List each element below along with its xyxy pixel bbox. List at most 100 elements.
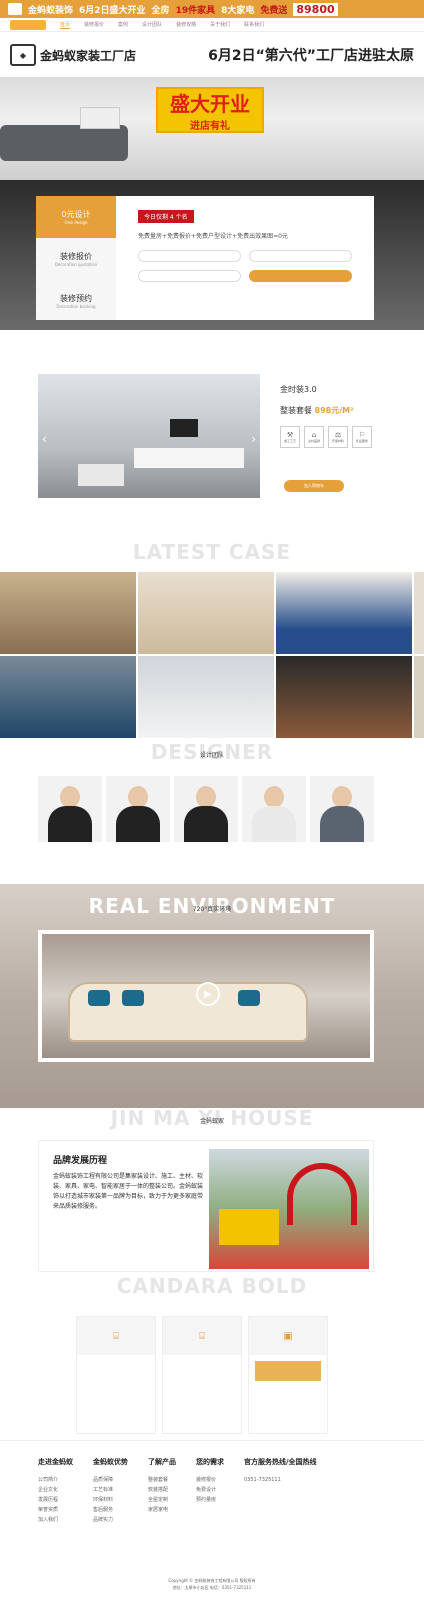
package-section: ‹ › 金时装3.0 整装套餐 898元/M² ⚒ 施工工艺 ⌂ 主材品牌 ⚖ 环保材…	[0, 330, 424, 540]
advantage-card[interactable]: ⌸	[162, 1316, 242, 1434]
case-card[interactable]	[276, 656, 412, 738]
advantage-card[interactable]: ▣	[248, 1316, 328, 1434]
designer-meta	[242, 842, 306, 858]
footer-link[interactable]: 预约量房	[196, 1495, 224, 1505]
video-frame[interactable]: ▶	[38, 930, 374, 1062]
submit-button[interactable]	[249, 270, 352, 282]
footer-link[interactable]: 整装套餐	[148, 1475, 176, 1485]
feature-label: 主材品牌	[307, 439, 320, 443]
play-icon[interactable]: ▶	[196, 982, 220, 1006]
hotline-number[interactable]: 0351-7325111	[244, 1475, 317, 1485]
case-card[interactable]	[138, 572, 274, 654]
tab-sub: Free design	[64, 220, 88, 225]
nav-item-contact[interactable]: 联系我们	[244, 21, 264, 28]
phone-field[interactable]	[138, 270, 241, 282]
advantage-lines	[163, 1355, 241, 1367]
footer-link[interactable]: 荣誉资质	[38, 1505, 73, 1515]
footer-link[interactable]: 全屋定制	[148, 1495, 176, 1505]
footer-link[interactable]: 公司简介	[38, 1475, 73, 1485]
tab-quote[interactable]: 装修报价 Decoration quotation	[36, 238, 116, 280]
form-inputs	[138, 250, 352, 282]
store-brand: ◆ 金蚂蚁家装工厂店	[10, 44, 136, 66]
case-card[interactable]	[414, 572, 424, 654]
brand-history-section: JIN MA YI HOUSE 金蚂蚁家 品牌发展历程 金蚂蚁装饰工程有限公司是…	[0, 1108, 424, 1276]
next-arrow-icon[interactable]: ›	[251, 432, 256, 446]
history-body: 金蚂蚁装饰工程有限公司是集家装设计、施工、主材、软装、家具、家电、智能家居于一体…	[53, 1173, 204, 1210]
add-to-cart-button[interactable]: 加入购物车	[284, 480, 344, 492]
footer-link[interactable]: 工艺标准	[93, 1485, 128, 1495]
designers-section: DESIGNER 设计团队	[0, 742, 424, 882]
avatar	[196, 786, 216, 808]
case-card[interactable]	[276, 572, 412, 654]
footer-link[interactable]: 售后服务	[93, 1505, 128, 1515]
main-nav: 首页 装修报价 案例 设计团队 装修攻略 关于我们 联系我们	[0, 18, 424, 32]
footer-col-title: 您的需求	[196, 1458, 224, 1466]
footer-link[interactable]: 家居家电	[148, 1505, 176, 1515]
designer-card[interactable]	[38, 776, 102, 858]
case-card[interactable]	[138, 656, 274, 738]
nav-logo-icon[interactable]	[10, 19, 46, 30]
nav-item-quote[interactable]: 装修报价	[84, 21, 104, 28]
designer-photo	[320, 806, 364, 842]
free-service-notice: 免费量房+免费报价+免费户型设计+免费出效果图=0元	[138, 233, 288, 240]
pillow-image	[88, 990, 110, 1006]
feature-label: 售后服务	[355, 439, 368, 443]
cases-title: LATEST CASE	[0, 542, 424, 562]
banner-subtitle: 进店有礼	[190, 121, 230, 132]
advantage-top: ⌸	[163, 1317, 241, 1355]
sofa-image	[0, 125, 128, 161]
avatar	[264, 786, 284, 808]
cabinet-image	[134, 448, 244, 468]
case-card[interactable]	[0, 572, 136, 654]
designer-card[interactable]	[310, 776, 374, 858]
footer-link[interactable]: 软装搭配	[148, 1485, 176, 1495]
nav-item-about[interactable]: 关于我们	[210, 21, 230, 28]
name-field[interactable]	[249, 250, 352, 262]
footer-link[interactable]: 品质保障	[93, 1475, 128, 1485]
adv-title-en: CANDARA BOLD	[116, 1274, 308, 1298]
tab-free-design[interactable]: 0元设计 Free design	[36, 196, 116, 238]
arch-image	[287, 1163, 357, 1225]
footer-link[interactable]: 免费设计	[196, 1485, 224, 1495]
feature-label: 施工工艺	[283, 439, 296, 443]
advantages-section: CANDARA BOLD ⌸ ⌸ ▣	[0, 1276, 424, 1440]
advantage-card[interactable]: ⌸	[76, 1316, 156, 1434]
sofa-photo: ▶	[42, 934, 370, 1058]
history-text: 品牌发展历程 金蚂蚁装饰工程有限公司是集家装设计、施工、主材、软装、家具、家电、…	[53, 1153, 203, 1212]
package-image: ‹ ›	[38, 374, 260, 498]
nav-item-designers[interactable]: 设计团队	[142, 21, 162, 28]
nav-item-guide[interactable]: 装修攻略	[176, 21, 196, 28]
copyright: Copyright © 金蚂蚁装饰工程有限公司 版权所有 地址：太原市小店区 电…	[0, 1577, 424, 1591]
tab-booking[interactable]: 装修预约 Decoration booking	[36, 280, 116, 322]
footer-link[interactable]: 发展历程	[38, 1495, 73, 1505]
history-title: JIN MA YI HOUSE 金蚂蚁家	[0, 1108, 424, 1128]
footer-link[interactable]: 加入我们	[38, 1515, 73, 1525]
package-price: 整装套餐 898元/M²	[280, 405, 380, 416]
designer-card[interactable]	[242, 776, 306, 858]
footer-columns: 走进金蚂蚁 公司简介 企业文化 发展历程 荣誉资质 加入我们 金蚂蚁优势 品质保…	[38, 1457, 317, 1525]
prev-arrow-icon[interactable]: ‹	[42, 432, 47, 446]
city-select[interactable]	[138, 250, 241, 262]
nav-item-home[interactable]: 首页	[60, 21, 71, 29]
designer-card[interactable]	[106, 776, 170, 858]
craft-glyph: ⚒	[286, 431, 294, 439]
designer-card[interactable]	[174, 776, 238, 858]
quote-form-section: 0元设计 Free design 装修报价 Decoration quotation…	[0, 180, 424, 330]
nav-item-cases[interactable]: 案例	[118, 21, 128, 28]
designer-photo	[184, 806, 228, 842]
footer-link[interactable]: 品牌实力	[93, 1515, 128, 1525]
door-icon: ⌸	[199, 1330, 205, 1342]
real-env-title-cn: 720°真实环境	[192, 906, 232, 913]
case-card[interactable]	[414, 656, 424, 738]
footer-link[interactable]: 环保材料	[93, 1495, 128, 1505]
copyright-line: Copyright © 金蚂蚁装饰工程有限公司 版权所有	[168, 1578, 256, 1583]
remaining-badge: 今日仅剩 4 个名	[138, 210, 194, 223]
footer-link[interactable]: 企业文化	[38, 1485, 73, 1495]
designer-meta	[310, 842, 374, 858]
advantage-lines	[77, 1355, 155, 1367]
case-card[interactable]	[0, 656, 136, 738]
tv-image	[170, 419, 198, 437]
adv-title: CANDARA BOLD	[0, 1276, 424, 1296]
package-info: 金时装3.0 整装套餐 898元/M² ⚒ 施工工艺 ⌂ 主材品牌 ⚖ 环保材料 ⚐ 售…	[280, 384, 380, 448]
footer-link[interactable]: 装修报价	[196, 1475, 224, 1485]
